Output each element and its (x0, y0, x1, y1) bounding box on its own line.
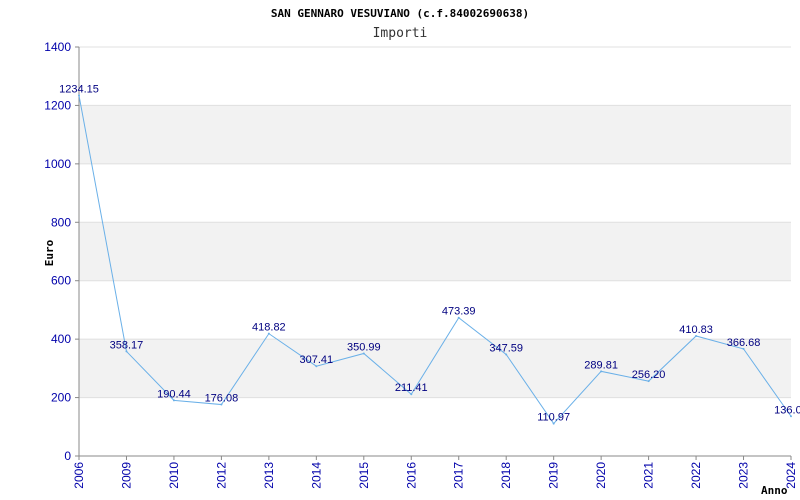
chart: 0 200 400 600 800 1000 1200 1400 2006 2009 2010 20… (0, 0, 800, 500)
x-tick-label: 2019 (547, 462, 561, 489)
data-label: 347.59 (489, 342, 523, 354)
x-tick-label: 2012 (214, 462, 228, 489)
data-label: 256.20 (632, 369, 666, 381)
x-tick-label: 2010 (167, 462, 181, 489)
x-tick-label: 2021 (642, 462, 656, 489)
y-tick-label: 600 (51, 274, 71, 288)
x-tick-label: 2017 (452, 462, 466, 489)
x-tick-label: 2018 (499, 462, 513, 489)
data-label: 358.17 (110, 339, 144, 351)
x-axis-title: Anno (761, 484, 788, 497)
x-tick-label: 2013 (262, 462, 276, 489)
y-tick-label: 1400 (44, 40, 71, 54)
x-tick-label: 2022 (689, 462, 703, 489)
data-label: 176.08 (205, 393, 239, 405)
y-tick-label: 200 (51, 391, 71, 405)
data-label: 307.41 (300, 354, 334, 366)
chart-title: SAN GENNARO VESUVIANO (c.f.84002690638) (271, 7, 529, 20)
data-label: 418.82 (252, 322, 286, 334)
chart-subtitle: Importi (373, 26, 428, 41)
y-tick-label: 0 (64, 449, 71, 463)
data-label: 350.99 (347, 341, 381, 353)
data-label: 110.97 (537, 412, 570, 424)
x-tick-label: 2006 (72, 462, 86, 489)
x-tick-label: 2016 (404, 462, 418, 489)
data-label: 289.81 (584, 359, 618, 371)
x-tick-label: 2009 (119, 462, 133, 489)
data-label: 190.44 (157, 388, 191, 400)
x-tick-label: 2014 (309, 462, 323, 489)
x-tick-label: 2015 (357, 462, 371, 489)
x-tick-label: 2023 (737, 462, 751, 489)
data-label: 366.68 (727, 337, 761, 349)
y-tick-label: 1200 (44, 98, 71, 112)
grid-bands (79, 105, 791, 398)
data-label: 473.39 (442, 306, 476, 318)
x-tick-label: 2020 (594, 462, 608, 489)
grid-band (79, 222, 791, 281)
grid-band (79, 105, 791, 164)
data-label: 211.41 (395, 382, 428, 394)
y-tick-label: 400 (51, 332, 71, 346)
data-label: 136.04 (774, 404, 800, 416)
y-tick-label: 1000 (44, 157, 71, 171)
data-label: 410.83 (679, 324, 713, 336)
y-axis-title: Euro (43, 239, 56, 266)
y-tick-label: 800 (51, 215, 71, 229)
data-label: 1234.15 (59, 83, 99, 95)
